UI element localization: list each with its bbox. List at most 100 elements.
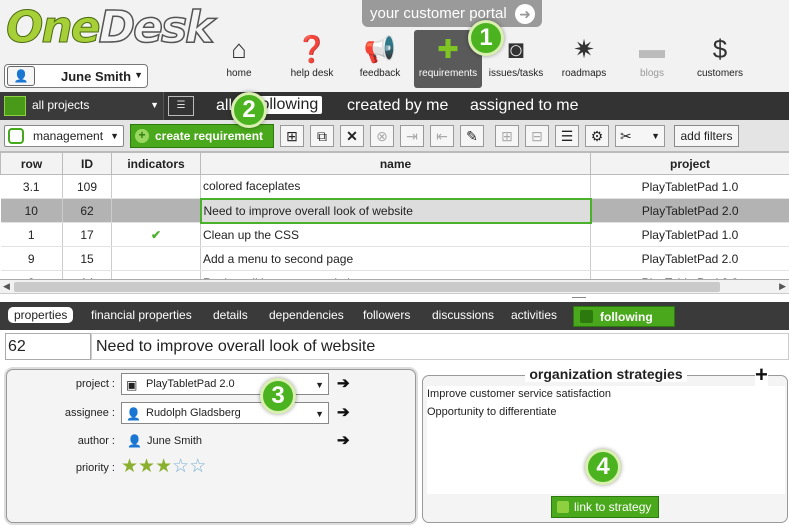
onedesk-logo[interactable]: OneDesk <box>6 1 216 54</box>
tab-activities[interactable]: activities <box>511 308 557 322</box>
star-filled-icon[interactable]: ★ <box>155 456 172 477</box>
tutorial-badge: 4 <box>585 449 621 485</box>
list-view-icon[interactable]: ☰ <box>555 125 579 147</box>
customer-portal-button[interactable]: your customer portal ➜ <box>362 0 542 27</box>
tools-icon: ✂ <box>620 128 632 144</box>
column-header-id[interactable]: ID <box>62 152 112 175</box>
tools-menu[interactable]: ✂ ▼ <box>615 125 665 147</box>
scroll-right-icon[interactable]: ▶ <box>779 281 786 292</box>
tab-financial-properties[interactable]: financial properties <box>91 308 192 322</box>
nav-customers[interactable]: $ customers <box>688 30 752 88</box>
goto-project-icon[interactable]: ➔ <box>337 374 350 392</box>
tutorial-badge: 3 <box>260 378 296 414</box>
list-item[interactable]: Improve customer service satisfaction <box>427 386 785 404</box>
scrollbar-thumb[interactable] <box>14 282 720 292</box>
home-icon: ⌂ <box>231 34 247 64</box>
priority-rating[interactable]: ★★★☆☆ <box>121 457 231 479</box>
list-item[interactable]: Opportunity to differentiate <box>427 404 785 422</box>
cell-name[interactable]: Need to improve overall look of website <box>199 197 592 224</box>
tab-followers[interactable]: followers <box>363 308 410 322</box>
project-selector-label: all projects <box>32 98 90 112</box>
tree-view-icon[interactable]: ☰ <box>168 96 194 116</box>
cell-id: 14 <box>62 270 112 279</box>
cell-name[interactable]: Review all layouts on website <box>200 270 591 279</box>
nav-home[interactable]: ⌂ home <box>207 30 271 88</box>
project-selector[interactable]: all projects ▼ <box>0 92 164 120</box>
cell-name[interactable]: Add a menu to second page <box>200 246 591 271</box>
star-empty-icon[interactable]: ☆ <box>189 456 206 477</box>
author-value: June Smith <box>147 435 203 447</box>
requirements-grid: row ID indicators name project 3.1 109 c… <box>0 152 789 280</box>
project-value: PlayTabletPad 2.0 <box>146 378 235 390</box>
link-to-strategy-label: link to strategy <box>574 500 652 514</box>
table-row[interactable]: 9 15 Add a menu to second page PlayTable… <box>0 246 789 271</box>
goto-author-icon[interactable]: ➔ <box>337 431 350 449</box>
nav-roadmaps[interactable]: ✷ roadmaps <box>552 30 616 88</box>
horizontal-scrollbar[interactable]: ◀ ▶ <box>0 280 789 294</box>
cell-name[interactable]: Clean up the CSS <box>200 222 591 247</box>
assignee-dropdown[interactable]: 👤 Rudolph Gladsberg ▼ <box>121 402 329 424</box>
cell-project: PlayTabletPad 2.0 <box>590 270 789 279</box>
nav-label: requirements <box>418 68 478 79</box>
tutorial-badge: 1 <box>468 20 504 56</box>
following-toggle-button[interactable]: following <box>573 306 675 327</box>
nav-help-desk[interactable]: ❓ help desk <box>280 30 344 88</box>
compass-icon: ✷ <box>573 34 595 64</box>
project-box-icon: ▣ <box>126 378 138 392</box>
outdent-icon[interactable]: ⇤ <box>430 125 454 147</box>
column-header-indicators[interactable]: indicators <box>111 152 201 175</box>
tab-details[interactable]: details <box>213 308 248 322</box>
add-child-icon[interactable]: ⊞ <box>280 125 304 147</box>
indent-icon[interactable]: ⇥ <box>400 125 424 147</box>
following-icon <box>580 310 593 323</box>
cell-name[interactable]: colored faceplates <box>200 174 591 199</box>
app-header: OneDesk your customer portal ➜ 👤 June Sm… <box>0 0 789 92</box>
cell-row: 8 <box>0 270 63 279</box>
remove-icon[interactable]: ⊗ <box>370 125 394 147</box>
copy-icon[interactable]: ⧉ <box>310 125 334 147</box>
tab-all[interactable]: all <box>216 97 232 115</box>
delete-icon[interactable]: ✕ <box>340 125 364 147</box>
settings-icon[interactable]: ⚙ <box>585 125 609 147</box>
nav-feedback[interactable]: 📢 feedback <box>348 30 412 88</box>
cell-project: PlayTabletPad 2.0 <box>590 246 789 271</box>
user-menu[interactable]: 👤 June Smith ▼ <box>4 64 148 88</box>
properties-panel: project : ▣ PlayTabletPad 2.0 ▼ ➔ assign… <box>6 369 416 523</box>
table-row[interactable]: 1 17 ✔ Clean up the CSS PlayTabletPad 1.… <box>0 222 789 247</box>
tab-properties[interactable]: properties <box>8 307 74 323</box>
project-dropdown[interactable]: ▣ PlayTabletPad 2.0 ▼ <box>121 373 329 395</box>
add-filters-button[interactable]: add filters <box>674 125 739 147</box>
collapse-icon[interactable]: ⊟ <box>525 125 549 147</box>
star-filled-icon[interactable]: ★ <box>121 456 138 477</box>
table-row[interactable]: 3.1 109 colored faceplates PlayTabletPad… <box>0 174 789 199</box>
item-title-field[interactable]: Need to improve overall look of website <box>91 333 789 360</box>
tab-assigned-to-me[interactable]: assigned to me <box>470 97 579 115</box>
tab-dependencies[interactable]: dependencies <box>269 308 344 322</box>
column-header-name[interactable]: name <box>200 152 591 175</box>
column-header-row[interactable]: row <box>0 152 63 175</box>
column-header-project[interactable]: project <box>590 152 789 175</box>
checkmark-icon: ✔ <box>111 270 201 279</box>
nav-label: roadmaps <box>561 68 607 79</box>
expand-icon[interactable]: ⊞ <box>495 125 519 147</box>
toolbar: management ▼ + create requirement ⊞ ⧉ ✕ … <box>0 120 789 152</box>
add-strategy-icon[interactable]: + <box>755 364 768 386</box>
tab-created-by-me[interactable]: created by me <box>347 97 448 115</box>
star-filled-icon[interactable]: ★ <box>138 456 155 477</box>
star-empty-icon[interactable]: ☆ <box>172 456 189 477</box>
table-row[interactable]: 8 14 ✔ Review all layouts on website Pla… <box>0 270 789 279</box>
tab-discussions[interactable]: discussions <box>432 308 494 322</box>
edit-icon[interactable]: ✎ <box>460 125 484 147</box>
person-icon: 👤 <box>127 434 142 448</box>
link-to-strategy-button[interactable]: link to strategy <box>551 496 659 518</box>
nav-blogs[interactable]: ▬ blogs <box>620 30 684 88</box>
cell-id: 17 <box>62 222 112 247</box>
view-selector[interactable]: management ▼ <box>4 125 124 147</box>
goto-assignee-icon[interactable]: ➔ <box>337 403 350 421</box>
table-row-selected[interactable]: 10 62 Need to improve overall look of we… <box>0 197 789 224</box>
chat-bubble-icon: ▬ <box>639 34 665 64</box>
cell-id: 15 <box>62 246 112 271</box>
plus-icon: + <box>135 129 149 143</box>
chevron-down-icon: ▼ <box>315 380 324 390</box>
scroll-left-icon[interactable]: ◀ <box>3 281 10 292</box>
